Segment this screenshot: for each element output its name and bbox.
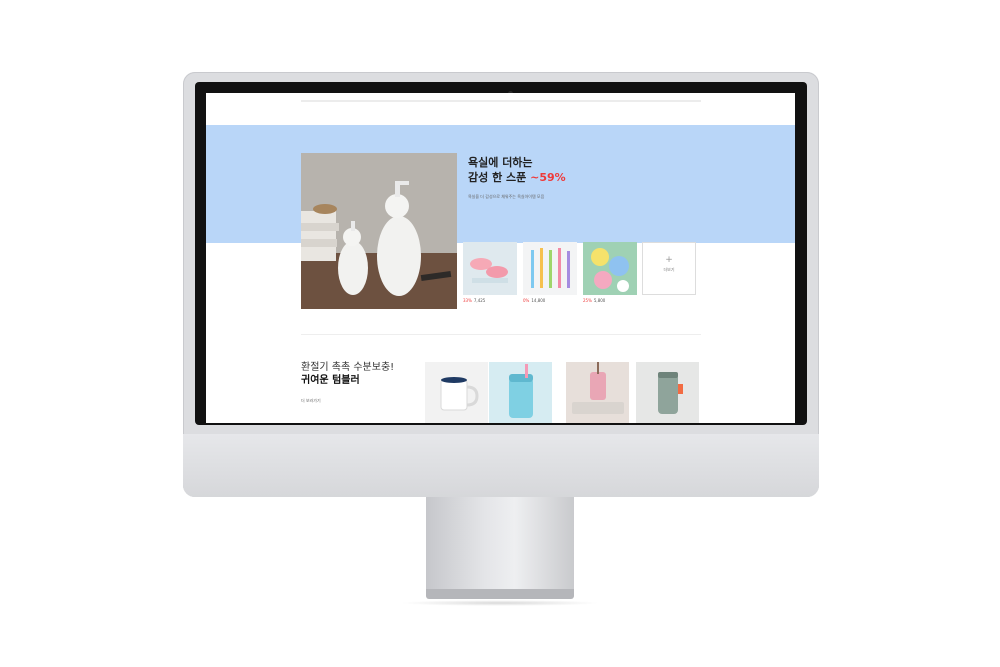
promo-title-line1: 욕실에 더하는 xyxy=(468,156,533,169)
toothbrushes-icon xyxy=(523,242,577,295)
product-discount: 25% xyxy=(583,298,592,303)
product-price: 7,425 xyxy=(473,298,486,303)
product-price-slippers: 33% 7,425 xyxy=(463,298,485,303)
product-price-coasters: 25% 5,800 xyxy=(583,298,605,303)
product-price: 14,800 xyxy=(531,298,546,303)
promo-discount: ~59% xyxy=(530,171,566,184)
promo-subtitle: 욕실을 더 감성으로 채워주는 욕실아이템 모음 xyxy=(468,194,545,199)
tumbler-thumb-green[interactable] xyxy=(636,362,699,423)
bear-dispenser-illustration xyxy=(301,153,457,309)
coasters-icon xyxy=(583,242,637,295)
green-tumbler-icon xyxy=(636,362,699,423)
product-price-toothbrushes: 0% 14,800 xyxy=(523,298,545,303)
promo-title-line2: 감성 한 스푼 xyxy=(468,171,527,184)
mug-icon xyxy=(425,362,488,423)
product-discount: 33% xyxy=(463,298,472,303)
web-page: 욕실에 더하는 감성 한 스푼 ~59% 욕실을 더 감성으로 채워주는 욕실아… xyxy=(206,93,795,423)
plus-icon: + xyxy=(665,255,673,265)
tumbler-title-line2: 귀여운 텀블러 xyxy=(301,375,360,386)
product-thumb-coasters[interactable] xyxy=(583,242,637,295)
more-products-label: 더보기 xyxy=(663,267,675,272)
slippers-icon xyxy=(463,242,517,295)
tumbler-more-link[interactable]: 더 보러가기 xyxy=(301,398,321,404)
pink-tumbler-icon xyxy=(566,362,629,423)
product-discount: 0% xyxy=(523,298,530,303)
imac-chin xyxy=(183,434,819,497)
imac-stand xyxy=(426,497,574,589)
tumbler-thumb-mug[interactable] xyxy=(425,362,488,423)
nav-divider xyxy=(301,100,701,102)
tumbler-title-line1: 환절기 촉촉 수분보충! xyxy=(301,362,395,373)
tumbler-thumb-pink[interactable] xyxy=(566,362,629,423)
imac-stand-foot xyxy=(426,589,574,599)
tumbler-section-title: 환절기 촉촉 수분보충! 귀여운 텀블러 xyxy=(301,361,421,387)
product-thumb-toothbrushes[interactable] xyxy=(523,242,577,295)
section-divider xyxy=(301,334,701,335)
tumbler-thumb-kids[interactable] xyxy=(489,362,552,423)
more-products-button[interactable]: + 더보기 xyxy=(642,242,696,295)
kids-tumbler-icon xyxy=(489,362,552,423)
stand-shadow xyxy=(400,600,600,606)
promo-title: 욕실에 더하는 감성 한 스푼 ~59% xyxy=(468,155,708,185)
bear-dispenser-image[interactable] xyxy=(301,153,457,309)
product-thumb-slippers[interactable] xyxy=(463,242,517,295)
product-price: 5,800 xyxy=(593,298,606,303)
